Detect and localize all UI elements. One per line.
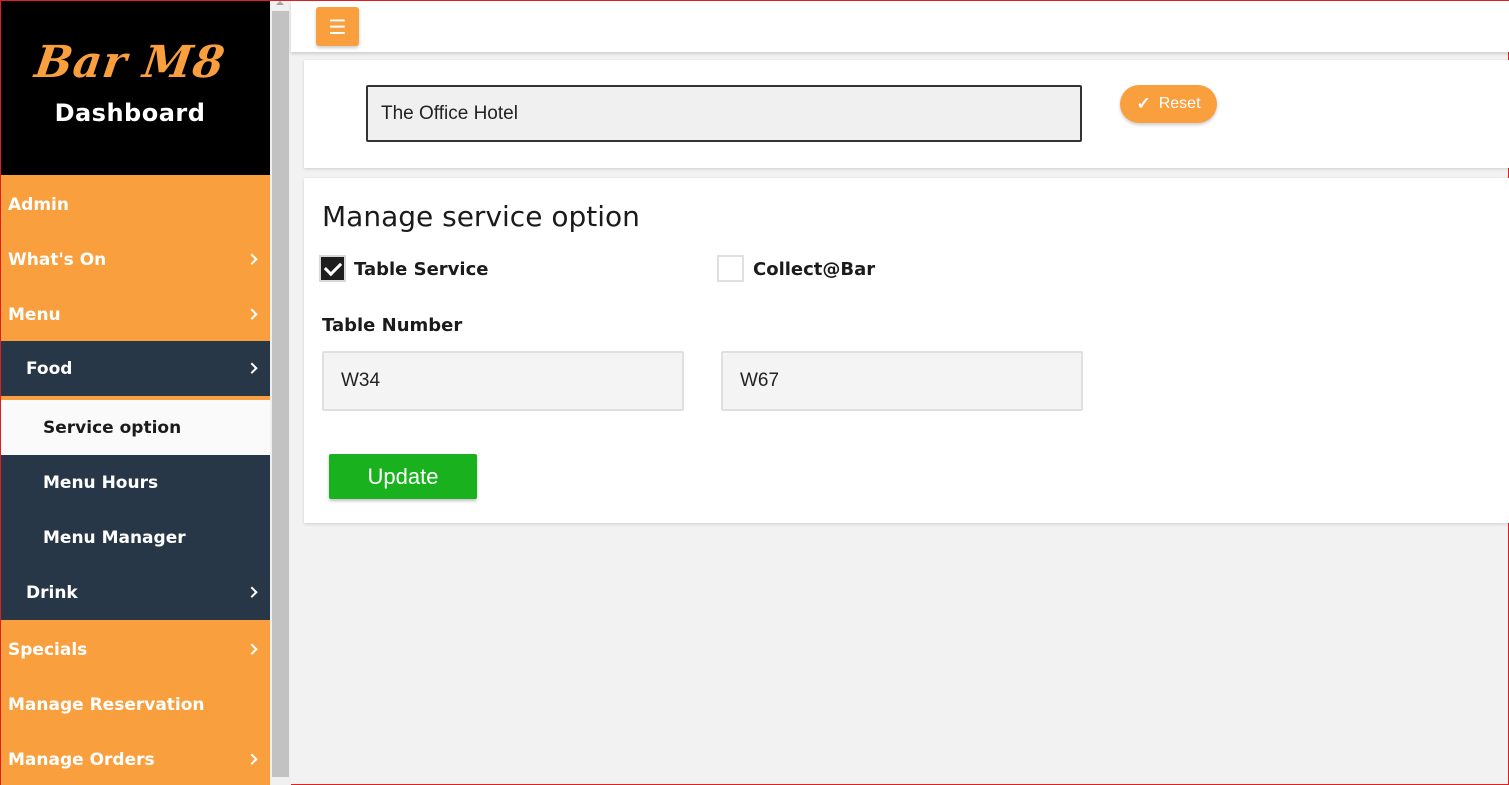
sidebar-item-menu[interactable]: Menu bbox=[1, 287, 270, 342]
sidebar-item-label: Service option bbox=[43, 417, 182, 438]
sidebar-item-label: Food bbox=[26, 358, 73, 379]
sidebar-item-specials[interactable]: Specials bbox=[1, 622, 270, 677]
venue-card: The Office Hotel ✓ Reset bbox=[304, 60, 1509, 168]
chevron-right-icon bbox=[246, 753, 258, 765]
sidebar-item-menu-manager[interactable]: Menu Manager bbox=[1, 510, 270, 565]
sidebar-item-label: Menu Hours bbox=[43, 472, 159, 493]
logo: Bar M8 Dashboard bbox=[1, 1, 270, 175]
page-title: Manage service option bbox=[322, 200, 640, 233]
reset-label: Reset bbox=[1158, 95, 1201, 112]
collect-at-bar-checkbox[interactable] bbox=[717, 255, 744, 282]
sidebar-item-service-option[interactable]: Service option bbox=[1, 400, 270, 455]
venue-field[interactable]: The Office Hotel bbox=[366, 85, 1082, 142]
chevron-right-icon bbox=[246, 362, 258, 374]
sidebar-item-label: Admin bbox=[8, 194, 69, 215]
service-option-card: Manage service option Table Service Coll… bbox=[304, 178, 1509, 523]
chevron-right-icon bbox=[246, 253, 258, 265]
sidebar-item-label: Specials bbox=[8, 639, 88, 660]
sidebar-item-label: Drink bbox=[26, 582, 78, 603]
sidebar-item-label: Manage Reservation bbox=[8, 694, 205, 715]
chevron-right-icon bbox=[246, 308, 258, 320]
sidebar-item-drink[interactable]: Drink bbox=[1, 565, 270, 620]
sidebar-item-manage-reservation[interactable]: Manage Reservation bbox=[1, 677, 270, 732]
sidebar: Bar M8 Dashboard Admin What's On Menu Fo… bbox=[1, 1, 270, 785]
collect-at-bar-label: Collect@Bar bbox=[753, 259, 876, 280]
chevron-right-icon bbox=[246, 643, 258, 655]
sidebar-item-label: Manage Orders bbox=[8, 749, 155, 770]
top-bar: ☰ bbox=[291, 1, 1509, 52]
chevron-right-icon bbox=[246, 586, 258, 598]
sidebar-item-food[interactable]: Food bbox=[1, 341, 270, 396]
table-service-checkbox[interactable] bbox=[319, 255, 346, 282]
sidebar-scrollbar[interactable] bbox=[270, 1, 291, 785]
scrollbar-thumb[interactable] bbox=[272, 11, 289, 777]
check-icon: ✓ bbox=[1136, 94, 1151, 113]
scroll-up-arrow-icon[interactable] bbox=[276, 1, 284, 5]
table-number-input-1[interactable]: W34 bbox=[322, 351, 684, 411]
logo-subtitle: Dashboard bbox=[54, 99, 206, 127]
sidebar-item-manage-orders[interactable]: Manage Orders bbox=[1, 732, 270, 785]
update-button[interactable]: Update bbox=[329, 454, 477, 499]
table-number-label: Table Number bbox=[322, 315, 463, 336]
logo-script: Bar M8 bbox=[31, 37, 229, 88]
menu-toggle-button[interactable]: ☰ bbox=[316, 7, 359, 46]
table-service-label: Table Service bbox=[354, 259, 489, 280]
sidebar-item-label: Menu bbox=[8, 304, 61, 325]
sidebar-item-label: What's On bbox=[8, 249, 107, 270]
sidebar-item-admin[interactable]: Admin bbox=[1, 177, 270, 232]
table-number-input-2[interactable]: W67 bbox=[721, 351, 1083, 411]
hamburger-icon: ☰ bbox=[328, 14, 347, 39]
sidebar-item-label: Menu Manager bbox=[43, 527, 186, 548]
reset-button[interactable]: ✓ Reset bbox=[1120, 85, 1217, 123]
sidebar-item-whats-on[interactable]: What's On bbox=[1, 232, 270, 287]
sidebar-item-menu-hours[interactable]: Menu Hours bbox=[1, 455, 270, 510]
